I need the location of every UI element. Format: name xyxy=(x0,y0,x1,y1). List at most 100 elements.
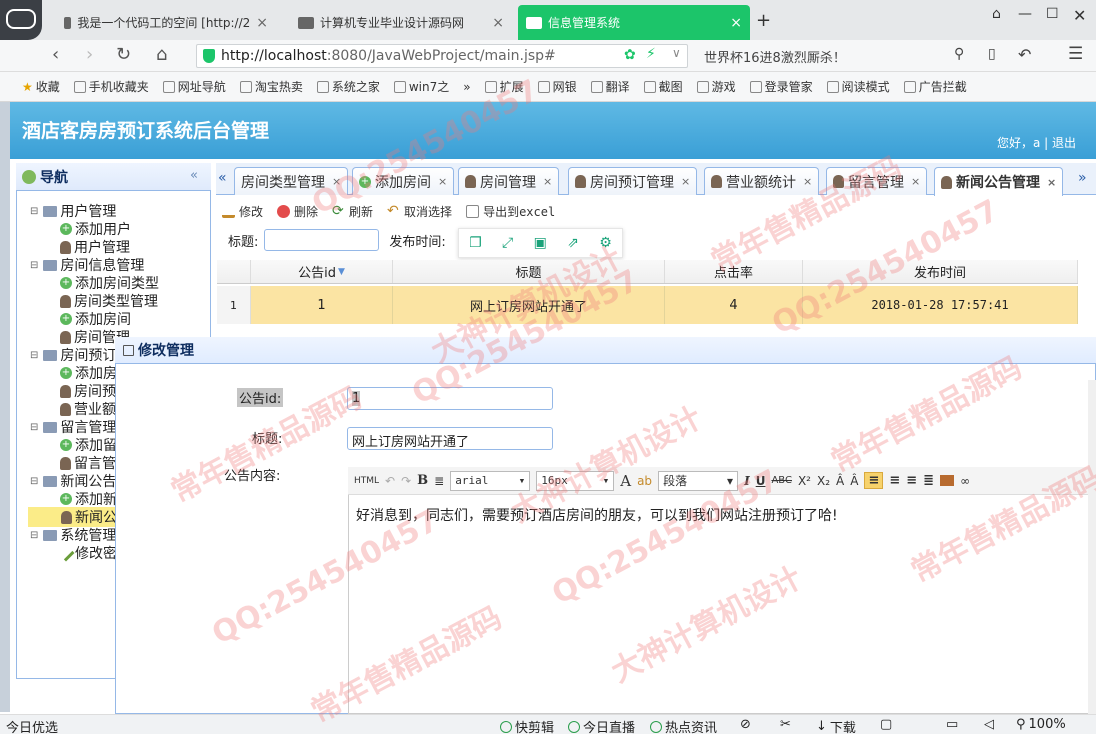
align-justify-icon[interactable]: ≣ xyxy=(923,473,934,488)
col-header-title[interactable]: 标题 xyxy=(393,260,665,283)
status-icon-a[interactable]: ▢ xyxy=(880,717,892,732)
copy-icon[interactable]: ❐ xyxy=(469,235,482,251)
paragraph-select[interactable]: 段落 ▾ xyxy=(658,470,739,491)
close-icon[interactable]: × xyxy=(803,175,812,188)
nav-item-add-user[interactable]: + 添加用户 xyxy=(60,219,131,239)
superscript-icon[interactable]: X² xyxy=(798,474,811,488)
browser-tab-2[interactable]: 计算机专业毕业设计源码网 × xyxy=(290,5,512,40)
clear-format-icon[interactable]: Â xyxy=(836,474,844,488)
refresh-button[interactable]: ⟳ 刷新 xyxy=(332,203,373,220)
search-icon[interactable]: ⚲ xyxy=(954,46,964,62)
volume-icon[interactable]: ◁ xyxy=(984,717,994,732)
nav-group-system[interactable]: ⊟ 系统管理 xyxy=(30,525,116,545)
tab-booking-manage[interactable]: 房间预订管理 × xyxy=(568,167,698,195)
chevron-down-icon[interactable]: ∨ xyxy=(672,46,681,60)
status-download[interactable]: ↓ 下载 xyxy=(816,717,856,736)
font-family-select[interactable]: arial ▾ xyxy=(450,470,531,491)
close-icon[interactable]: × xyxy=(256,15,268,31)
nav-item-add-room-type[interactable]: + 添加房间类型 xyxy=(60,273,159,293)
bookmark-nav[interactable]: 网址导航 xyxy=(162,78,226,95)
new-tab-button[interactable]: + xyxy=(756,10,771,31)
bookmark-xitong[interactable]: 系统之家 xyxy=(316,78,380,95)
bookmark-more[interactable]: » xyxy=(463,80,470,94)
editor-content[interactable]: 好消息到，同志们，需要预订酒店房间的朋友，可以到我们网站注册预订了哈! xyxy=(356,505,838,525)
bookmark-reader[interactable]: 阅读模式 xyxy=(826,78,890,95)
strikethrough-icon[interactable]: ABC xyxy=(771,475,792,486)
close-icon[interactable]: × xyxy=(730,15,742,31)
minimize-icon[interactable]: — xyxy=(1018,6,1032,22)
nav-item-revenue[interactable]: 营业额 xyxy=(60,399,116,419)
align-center-icon[interactable]: ≡ xyxy=(889,473,900,488)
indent-icon[interactable]: ≣ xyxy=(434,474,444,488)
tab-room-manage[interactable]: 房间管理 × xyxy=(458,167,560,195)
skin-icon[interactable]: ⌂ xyxy=(992,6,1001,22)
gear-icon[interactable]: ⚙ xyxy=(599,235,612,251)
window-close-icon[interactable]: ✕ xyxy=(1073,6,1086,25)
bookmark-win7[interactable]: win7之 xyxy=(393,78,449,95)
nav-item-message-manage[interactable]: 留言管 xyxy=(60,453,116,473)
bookmark-screenshot[interactable]: 截图 xyxy=(643,78,683,95)
align-right-icon[interactable]: ≡ xyxy=(906,473,917,488)
status-zoom[interactable]: ⚲ 100% xyxy=(1016,717,1066,732)
status-icon-b[interactable]: ▭ xyxy=(946,717,958,732)
title-field[interactable]: 网上订房网站开通了 xyxy=(347,427,553,450)
font-size-select[interactable]: 16px ▾ xyxy=(536,470,615,491)
table-row[interactable]: 1 1 网上订房网站开通了 4 2018-01-28 17:57:41 xyxy=(217,286,1078,324)
bookmark-translate[interactable]: 翻译 xyxy=(590,78,630,95)
browser-tab-3[interactable]: 信息管理系统 × xyxy=(518,5,750,40)
status-speed-icon[interactable]: ⊘ xyxy=(740,717,751,732)
close-icon[interactable]: × xyxy=(681,175,690,188)
filter-title-input[interactable] xyxy=(264,229,380,251)
dialog-scrollbar[interactable] xyxy=(1088,380,1096,714)
nav-item-booking-manage[interactable]: 房间预 xyxy=(60,381,116,401)
bookmark-login[interactable]: 登录管家 xyxy=(749,78,813,95)
undo-icon[interactable]: ↶ xyxy=(385,474,395,488)
user-greeting[interactable]: 您好，a | 退出 xyxy=(997,134,1076,151)
nav-item-add-booking[interactable]: + 添加房 xyxy=(60,363,117,383)
forward-icon[interactable]: › xyxy=(86,44,93,65)
status-today-pick[interactable]: 今日优选 xyxy=(6,717,58,736)
status-hot-news[interactable]: 热点资讯 xyxy=(650,717,717,736)
nav-item-change-password[interactable]: 修改密 xyxy=(57,543,117,563)
search-input[interactable]: 世界杯16进8激烈厮杀！ xyxy=(696,44,974,68)
nav-group-room-info[interactable]: ⊟ 房间信息管理 xyxy=(30,255,144,275)
undo-icon[interactable]: ↶ xyxy=(1018,45,1031,64)
edit-button[interactable]: 修改 xyxy=(222,203,263,220)
speed-icon[interactable]: ✿ xyxy=(624,47,636,63)
status-live[interactable]: 今日直播 xyxy=(568,717,635,736)
highlight-icon[interactable]: ab xyxy=(637,474,652,488)
subscript-icon[interactable]: X₂ xyxy=(817,474,830,488)
nav-item-user-manage[interactable]: 用户管理 xyxy=(60,237,130,257)
lightning-icon[interactable]: ⚡ xyxy=(646,46,656,62)
nav-collapse-button[interactable]: « xyxy=(190,168,198,183)
expand-icon[interactable]: ⤢ xyxy=(502,235,513,251)
underline-button[interactable]: U xyxy=(756,474,766,488)
bookmark-taobao[interactable]: 淘宝热卖 xyxy=(239,78,303,95)
close-icon[interactable]: × xyxy=(1047,176,1056,189)
nav-item-room-type-manage[interactable]: 房间类型管理 xyxy=(60,291,158,311)
tab-revenue-stats[interactable]: 营业额统计 × xyxy=(704,167,820,195)
col-header-time[interactable]: 发布时间 xyxy=(803,260,1078,283)
status-quick-clip[interactable]: 快剪辑 xyxy=(500,717,554,736)
reload-icon[interactable]: ↻ xyxy=(116,44,131,65)
tab-message-manage[interactable]: 留言管理 × xyxy=(826,167,928,195)
nav-item-add-news[interactable]: + 添加新 xyxy=(60,489,117,509)
nav-group-news[interactable]: ⊟ 新闻公告 xyxy=(30,471,116,491)
tab-add-room[interactable]: + 添加房间 × xyxy=(352,167,455,195)
home-icon[interactable]: ⌂ xyxy=(156,44,167,65)
italic-button[interactable]: I xyxy=(744,474,750,488)
save-icon[interactable]: ▣ xyxy=(534,235,547,251)
export-excel-button[interactable]: 导出到excel xyxy=(466,203,555,220)
nav-item-add-room[interactable]: + 添加房间 xyxy=(60,309,131,329)
browser-tab-1[interactable]: 我是一个代码工的空间 [http://2 × xyxy=(56,5,276,40)
url-input[interactable]: http://localhost:8080/JavaWebProject/mai… xyxy=(196,44,688,68)
bookmark-game[interactable]: 游戏 xyxy=(696,78,736,95)
bookmark-mobile[interactable]: 手机收藏夹 xyxy=(73,78,149,95)
redo-icon[interactable]: ↷ xyxy=(401,474,411,488)
nav-group-user[interactable]: ⊟ 用户管理 xyxy=(30,201,116,221)
html-source-button[interactable]: HTML xyxy=(354,476,379,486)
delete-button[interactable]: 删除 xyxy=(277,203,318,220)
browser-logo-icon[interactable] xyxy=(0,0,42,40)
close-icon[interactable]: × xyxy=(438,175,447,188)
nav-item-add-message[interactable]: + 添加留 xyxy=(60,435,117,455)
